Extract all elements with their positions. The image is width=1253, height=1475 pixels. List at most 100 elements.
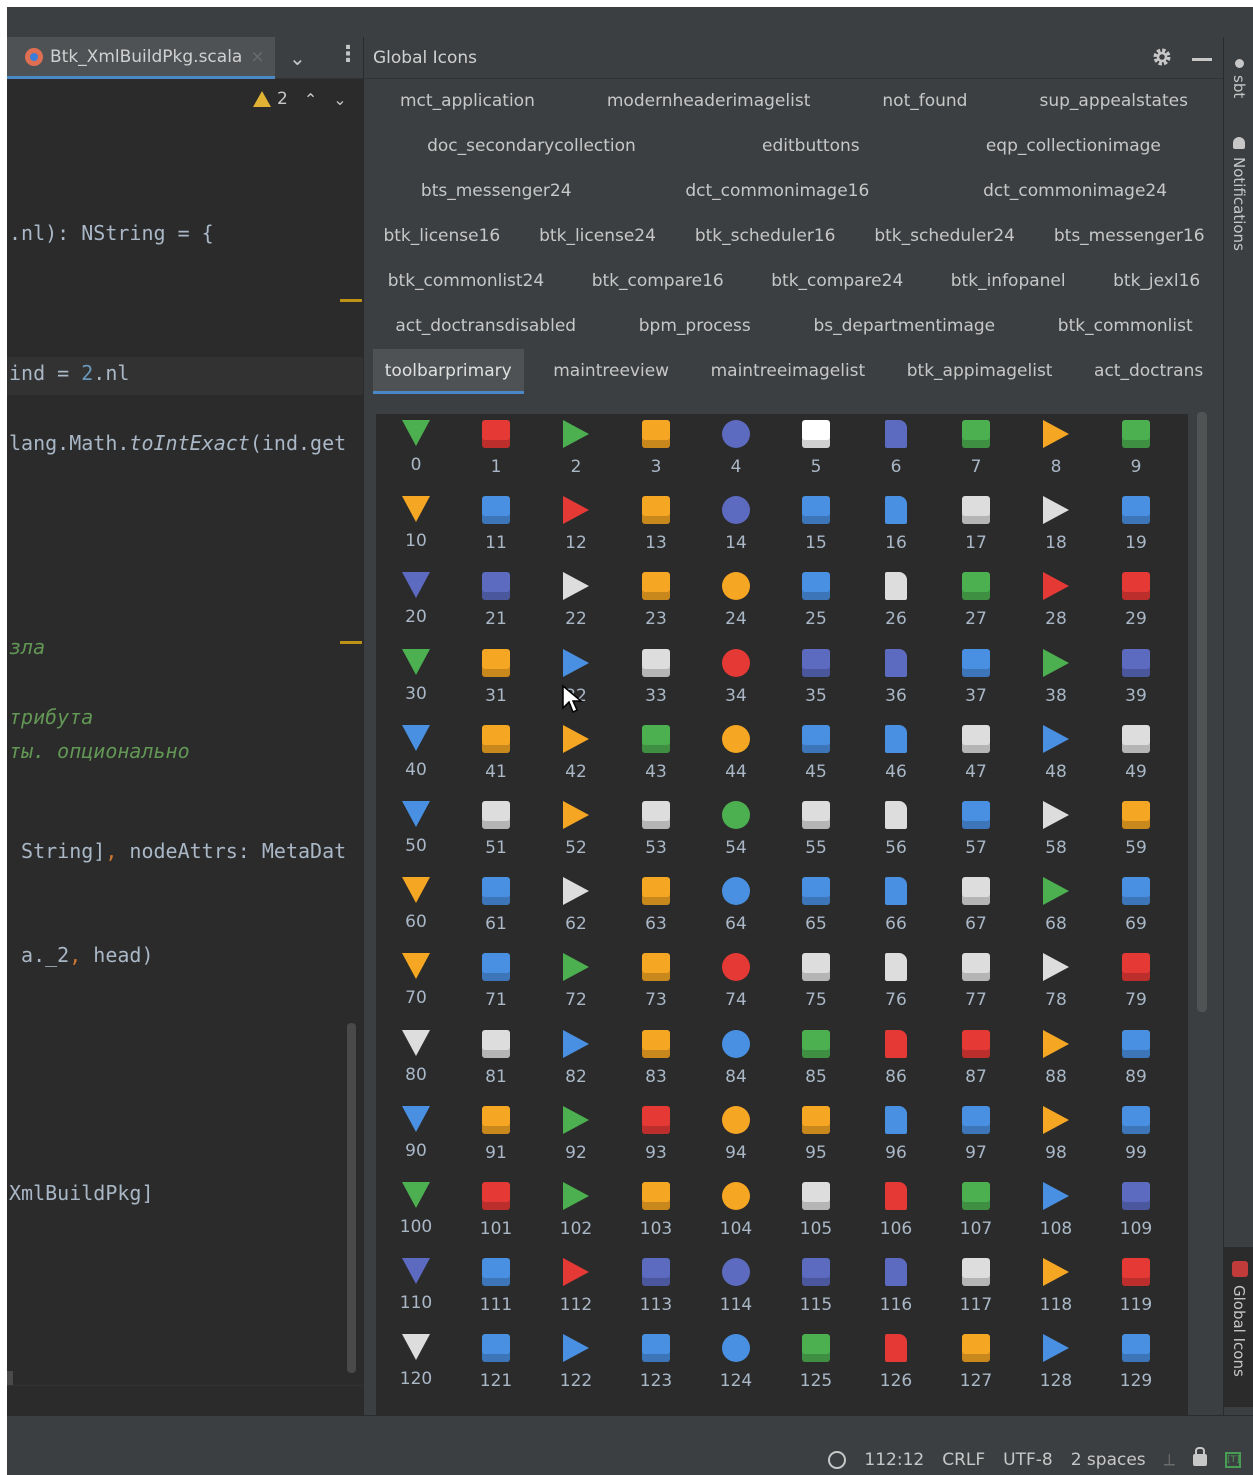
caret-position[interactable]: 112:12 — [864, 1450, 924, 1470]
icon-cell[interactable]: 53 — [616, 795, 696, 871]
icon-cell[interactable]: 66 — [856, 871, 936, 947]
icon-cell[interactable]: 124 — [696, 1328, 776, 1404]
icon-cell[interactable]: 23 — [616, 566, 696, 642]
icon-cell[interactable]: 88 — [1016, 1024, 1096, 1100]
icon-cell[interactable]: 97 — [936, 1100, 1016, 1176]
icon-cell[interactable]: 27 — [936, 566, 1016, 642]
indent-setting[interactable]: 2 spaces — [1071, 1450, 1146, 1470]
icon-cell[interactable]: 129 — [1096, 1328, 1176, 1404]
icon-cell[interactable]: 16 — [856, 490, 936, 566]
icon-cell[interactable]: 85 — [776, 1024, 856, 1100]
icon-cell[interactable]: 31 — [456, 643, 536, 719]
tab-eqp-collectionimage[interactable]: eqp_collectionimage — [974, 124, 1173, 169]
icon-cell[interactable]: 37 — [936, 643, 1016, 719]
icon-cell[interactable]: 77 — [936, 947, 1016, 1023]
icon-cell[interactable]: 12 — [536, 490, 616, 566]
icon-cell[interactable]: 65 — [776, 871, 856, 947]
inspection-widget[interactable]: 2 ⌃ ⌄ — [253, 89, 347, 109]
tab-btk-commonlist24[interactable]: btk_commonlist24 — [376, 259, 556, 304]
icon-cell[interactable]: 127 — [936, 1328, 1016, 1404]
icon-cell[interactable]: 30 — [376, 643, 456, 719]
icon-cell[interactable]: 56 — [856, 795, 936, 871]
icon-cell[interactable]: 104 — [696, 1176, 776, 1252]
icon-cell[interactable]: 111 — [456, 1252, 536, 1328]
icon-cell[interactable]: 25 — [776, 566, 856, 642]
icon-cell[interactable]: 113 — [616, 1252, 696, 1328]
icon-cell[interactable]: 33 — [616, 643, 696, 719]
tab-btk-license24[interactable]: btk_license24 — [527, 214, 668, 259]
icon-cell[interactable]: 63 — [616, 871, 696, 947]
icon-cell[interactable]: 117 — [936, 1252, 1016, 1328]
icon-cell[interactable]: 11 — [456, 490, 536, 566]
icon-cell[interactable]: 17 — [936, 490, 1016, 566]
icon-cell[interactable]: 46 — [856, 719, 936, 795]
icon-cell[interactable]: 36 — [856, 643, 936, 719]
tab-list-chevron-icon[interactable]: ⌄ — [289, 46, 306, 70]
icon-cell[interactable]: 68 — [1016, 871, 1096, 947]
code-editor[interactable]: Btk_XmlBuildPkg.scala × ⌄ ⋮ 2 ⌃ ⌄ .nl): … — [7, 37, 363, 1385]
icon-cell[interactable]: 44 — [696, 719, 776, 795]
icon-cell[interactable]: 115 — [776, 1252, 856, 1328]
error-stripe-marker[interactable] — [340, 299, 362, 302]
icon-cell[interactable]: 69 — [1096, 871, 1176, 947]
line-separator[interactable]: CRLF — [942, 1450, 985, 1470]
sbt-tool-button[interactable]: sbt — [1230, 75, 1248, 98]
icon-cell[interactable]: 75 — [776, 947, 856, 1023]
editor-horizontal-scrollbar[interactable] — [7, 1371, 13, 1385]
icon-cell[interactable]: 50 — [376, 795, 456, 871]
icon-cell[interactable]: 101 — [456, 1176, 536, 1252]
icon-cell[interactable]: 10 — [376, 490, 456, 566]
prev-highlight-icon[interactable]: ⌃ — [304, 90, 317, 109]
icon-cell[interactable]: 13 — [616, 490, 696, 566]
tab-btk-commonlist[interactable]: btk_commonlist — [1046, 304, 1205, 349]
icon-cell[interactable]: 92 — [536, 1100, 616, 1176]
icon-cell[interactable]: 94 — [696, 1100, 776, 1176]
icon-cell[interactable]: 99 — [1096, 1100, 1176, 1176]
icon-cell[interactable]: 60 — [376, 871, 456, 947]
icon-cell[interactable]: 9 — [1096, 414, 1176, 490]
tab-bts-messenger24[interactable]: bts_messenger24 — [409, 169, 584, 214]
icon-cell[interactable]: 18 — [1016, 490, 1096, 566]
icon-cell[interactable]: 79 — [1096, 947, 1176, 1023]
icon-cell[interactable]: 116 — [856, 1252, 936, 1328]
icon-cell[interactable]: 1 — [456, 414, 536, 490]
tab-editbuttons[interactable]: editbuttons — [750, 124, 872, 169]
icon-cell[interactable]: 14 — [696, 490, 776, 566]
icon-cell[interactable]: 90 — [376, 1100, 456, 1176]
icon-cell[interactable]: 57 — [936, 795, 1016, 871]
icon-cell[interactable]: 4 — [696, 414, 776, 490]
icon-cell[interactable]: 2 — [536, 414, 616, 490]
icon-cell[interactable]: 105 — [776, 1176, 856, 1252]
icon-cell[interactable]: 80 — [376, 1024, 456, 1100]
tab-modernheaderimagelist[interactable]: modernheaderimagelist — [595, 79, 823, 124]
icon-cell[interactable]: 123 — [616, 1328, 696, 1404]
file-tab[interactable]: Btk_XmlBuildPkg.scala × — [7, 37, 275, 79]
editor-scrollbar[interactable] — [347, 1023, 356, 1373]
icon-cell[interactable]: 74 — [696, 947, 776, 1023]
icon-cell[interactable]: 24 — [696, 566, 776, 642]
icon-cell[interactable]: 42 — [536, 719, 616, 795]
icon-cell[interactable]: 110 — [376, 1252, 456, 1328]
tab-btk-jexl16[interactable]: btk_jexl16 — [1101, 259, 1212, 304]
icon-cell[interactable]: 114 — [696, 1252, 776, 1328]
tab-sup-appealstates[interactable]: sup_appealstates — [1027, 79, 1199, 124]
tab-btk-license16[interactable]: btk_license16 — [371, 214, 512, 259]
icon-cell[interactable]: 67 — [936, 871, 1016, 947]
icon-cell[interactable]: 122 — [536, 1328, 616, 1404]
icon-cell[interactable]: 76 — [856, 947, 936, 1023]
icon-cell[interactable]: 106 — [856, 1176, 936, 1252]
icon-cell[interactable]: 3 — [616, 414, 696, 490]
icon-cell[interactable]: 126 — [856, 1328, 936, 1404]
icon-cell[interactable]: 86 — [856, 1024, 936, 1100]
icon-cell[interactable]: 96 — [856, 1100, 936, 1176]
tab-maintreeview[interactable]: maintreeview — [541, 349, 681, 394]
icon-cell[interactable]: 26 — [856, 566, 936, 642]
icon-cell[interactable]: 51 — [456, 795, 536, 871]
error-stripe-marker[interactable] — [340, 641, 362, 644]
icon-cell[interactable]: 15 — [776, 490, 856, 566]
icon-cell[interactable]: 0 — [376, 414, 456, 490]
icon-cell[interactable]: 71 — [456, 947, 536, 1023]
vcs-icon[interactable]: ⟂ — [1164, 1450, 1175, 1470]
tab-btk-appimagelist[interactable]: btk_appimagelist — [895, 349, 1065, 394]
tab-doc-secondarycollection[interactable]: doc_secondarycollection — [415, 124, 648, 169]
